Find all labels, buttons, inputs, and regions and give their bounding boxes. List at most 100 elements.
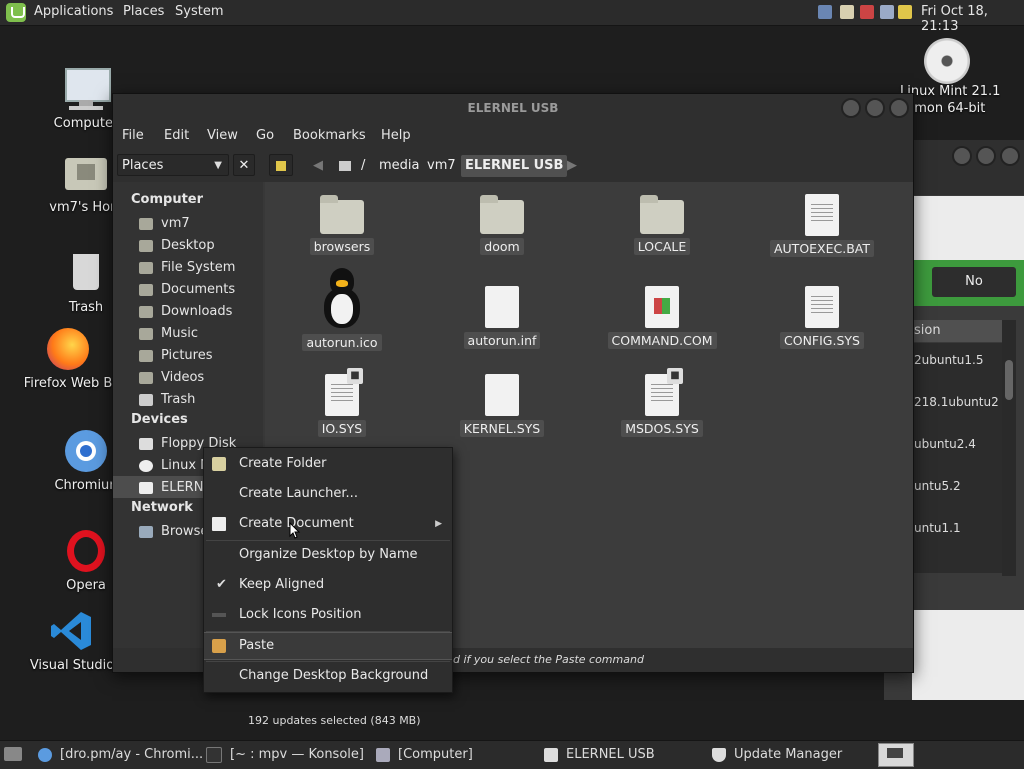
places-dropdown[interactable]: Places ▼ [117,154,229,176]
lock-icon: ■ [347,368,363,384]
clock[interactable]: Fri Oct 18, 21:13 [921,4,1024,34]
maximize-button[interactable] [865,98,885,118]
sidebar-item-pictures[interactable]: Pictures [139,346,212,366]
show-desktop-icon[interactable] [4,747,22,761]
file-item[interactable]: CONFIG.SYS [762,286,882,349]
sidebar-item-trash[interactable]: Trash [139,390,195,410]
desktop-icon-vscode[interactable]: Visual Studio [24,608,120,673]
window-title[interactable]: ELERNEL USB [113,94,913,122]
list-item[interactable]: untu1.1 [914,521,961,535]
menu-item-label: Keep Aligned [239,577,325,592]
forward-arrow-icon[interactable]: ▶ [563,155,581,177]
file-item[interactable]: COMMAND.COM [602,286,722,349]
close-button[interactable] [1000,146,1020,166]
update-icon[interactable] [840,5,854,19]
back-arrow-icon[interactable]: ◀ [309,155,327,177]
sidebar-item-linux-mint[interactable]: Linux M [139,456,211,476]
file-item[interactable]: browsers [282,195,402,255]
menu-item-create-launcher[interactable]: Create Launcher... [204,481,452,507]
sidebar-item-file-system[interactable]: File System [139,258,235,278]
notes-icon[interactable] [898,5,912,19]
menu-view[interactable]: View [207,128,238,143]
optical-disc-icon[interactable] [924,38,970,84]
crumb-media[interactable]: media [375,155,424,177]
close-button[interactable] [889,98,909,118]
minimize-button[interactable] [952,146,972,166]
minimize-button[interactable] [841,98,861,118]
sidebar-item-documents[interactable]: Documents [139,280,235,300]
sidebar-item-elernel-usb[interactable]: ELERN [139,478,203,498]
crumb-vm7[interactable]: vm7 [423,155,460,177]
taskbar-item-label: [Computer] [398,747,473,762]
file-item[interactable]: ■ IO.SYS [282,368,402,437]
menu-edit[interactable]: Edit [164,128,189,143]
no-button[interactable]: No [932,267,1016,297]
disc-label-line1: Linux Mint 21.1 [900,84,1001,99]
sidebar-item-desktop[interactable]: Desktop [139,236,215,256]
system-menu[interactable]: System [175,4,223,19]
menu-bookmarks[interactable]: Bookmarks [293,128,366,143]
file-item[interactable]: autorun.ico [282,268,402,351]
file-item[interactable]: KERNEL.SYS [442,374,562,437]
menu-item-label: Lock Icons Position [239,607,362,622]
applications-menu[interactable]: Applications [34,4,113,19]
sidebar-item-music[interactable]: Music [139,324,198,344]
sidebar-item-downloads[interactable]: Downloads [139,302,232,322]
volume-icon[interactable] [880,5,894,19]
sidebar-item-browse-network[interactable]: Browse [139,522,208,542]
network-icon[interactable] [818,5,832,19]
executable-file-icon [645,286,679,328]
list-item[interactable]: 2ubuntu1.5 [914,353,983,367]
taskbar-item-chromium[interactable]: [dro.pm/ay - Chromi... [38,741,203,769]
update-list[interactable]: 2ubuntu1.5 218.1ubuntu2 ubuntu2.4 untu5.… [912,343,1002,573]
menu-item-organize-desktop[interactable]: Organize Desktop by Name [204,542,452,568]
file-label: COMMAND.COM [607,332,717,349]
workspace-switcher[interactable] [878,743,914,767]
file-item[interactable]: AUTOEXEC.BAT [762,194,882,257]
toggle-location-entry-button[interactable] [269,154,293,176]
menu-item-paste[interactable]: Paste [204,632,452,660]
menu-item-create-folder[interactable]: Create Folder [204,451,452,477]
menu-item-label: Change Desktop Background [239,668,429,683]
folder-icon [139,283,153,296]
file-item[interactable]: ■ MSDOS.SYS [602,368,722,437]
sidebar-item-videos[interactable]: Videos [139,368,204,388]
taskbar-item-update-manager[interactable]: Update Manager [712,741,842,769]
menu-item-keep-aligned[interactable]: ✔ Keep Aligned [204,572,452,598]
taskbar-item-computer[interactable]: [Computer] [376,741,473,769]
version-column-header[interactable]: sion [912,320,1004,342]
folder-icon [139,327,153,340]
places-menu[interactable]: Places [123,4,164,19]
menu-file[interactable]: File [122,128,144,143]
sidebar-item-vm7[interactable]: vm7 [139,214,190,234]
list-item[interactable]: untu5.2 [914,479,961,493]
menu-go[interactable]: Go [256,128,274,143]
mint-menu-icon[interactable] [6,3,26,22]
taskbar-item-elernel-usb[interactable]: ELERNEL USB [544,741,655,769]
file-label: AUTOEXEC.BAT [769,240,875,257]
edit-icon [276,160,286,171]
vertical-scrollbar[interactable] [1002,320,1016,576]
menu-item-change-background[interactable]: Change Desktop Background [204,663,452,689]
file-item[interactable]: doom [442,195,562,255]
sidebar-item-label: Pictures [161,348,213,363]
taskbar-item-konsole[interactable]: [~ : mpv — Konsole] [206,741,364,769]
desktop-icon-firefox[interactable]: Firefox Web B [20,326,116,391]
file-item[interactable]: autorun.inf [442,286,562,349]
menu-item-label: Organize Desktop by Name [239,547,418,562]
menu-item-lock-icons[interactable]: Lock Icons Position [204,602,452,628]
sidebar-item-label: Browse [161,524,209,539]
alert-icon[interactable] [860,5,874,19]
menu-item-create-document[interactable]: Create Document ▶ [204,511,452,537]
close-sidebar-button[interactable]: ✕ [233,154,255,176]
list-item[interactable]: 218.1ubuntu2 [914,395,999,409]
sidebar-item-label: ELERN [161,480,204,495]
chromium-icon [38,747,52,762]
maximize-button[interactable] [976,146,996,166]
menu-separator [206,540,450,541]
menu-help[interactable]: Help [381,128,411,143]
list-item[interactable]: ubuntu2.4 [914,437,976,451]
crumb-elernel-usb[interactable]: ELERNEL USB [461,155,568,177]
file-item[interactable]: LOCALE [602,195,722,255]
drive-root-crumb[interactable] [335,155,355,177]
